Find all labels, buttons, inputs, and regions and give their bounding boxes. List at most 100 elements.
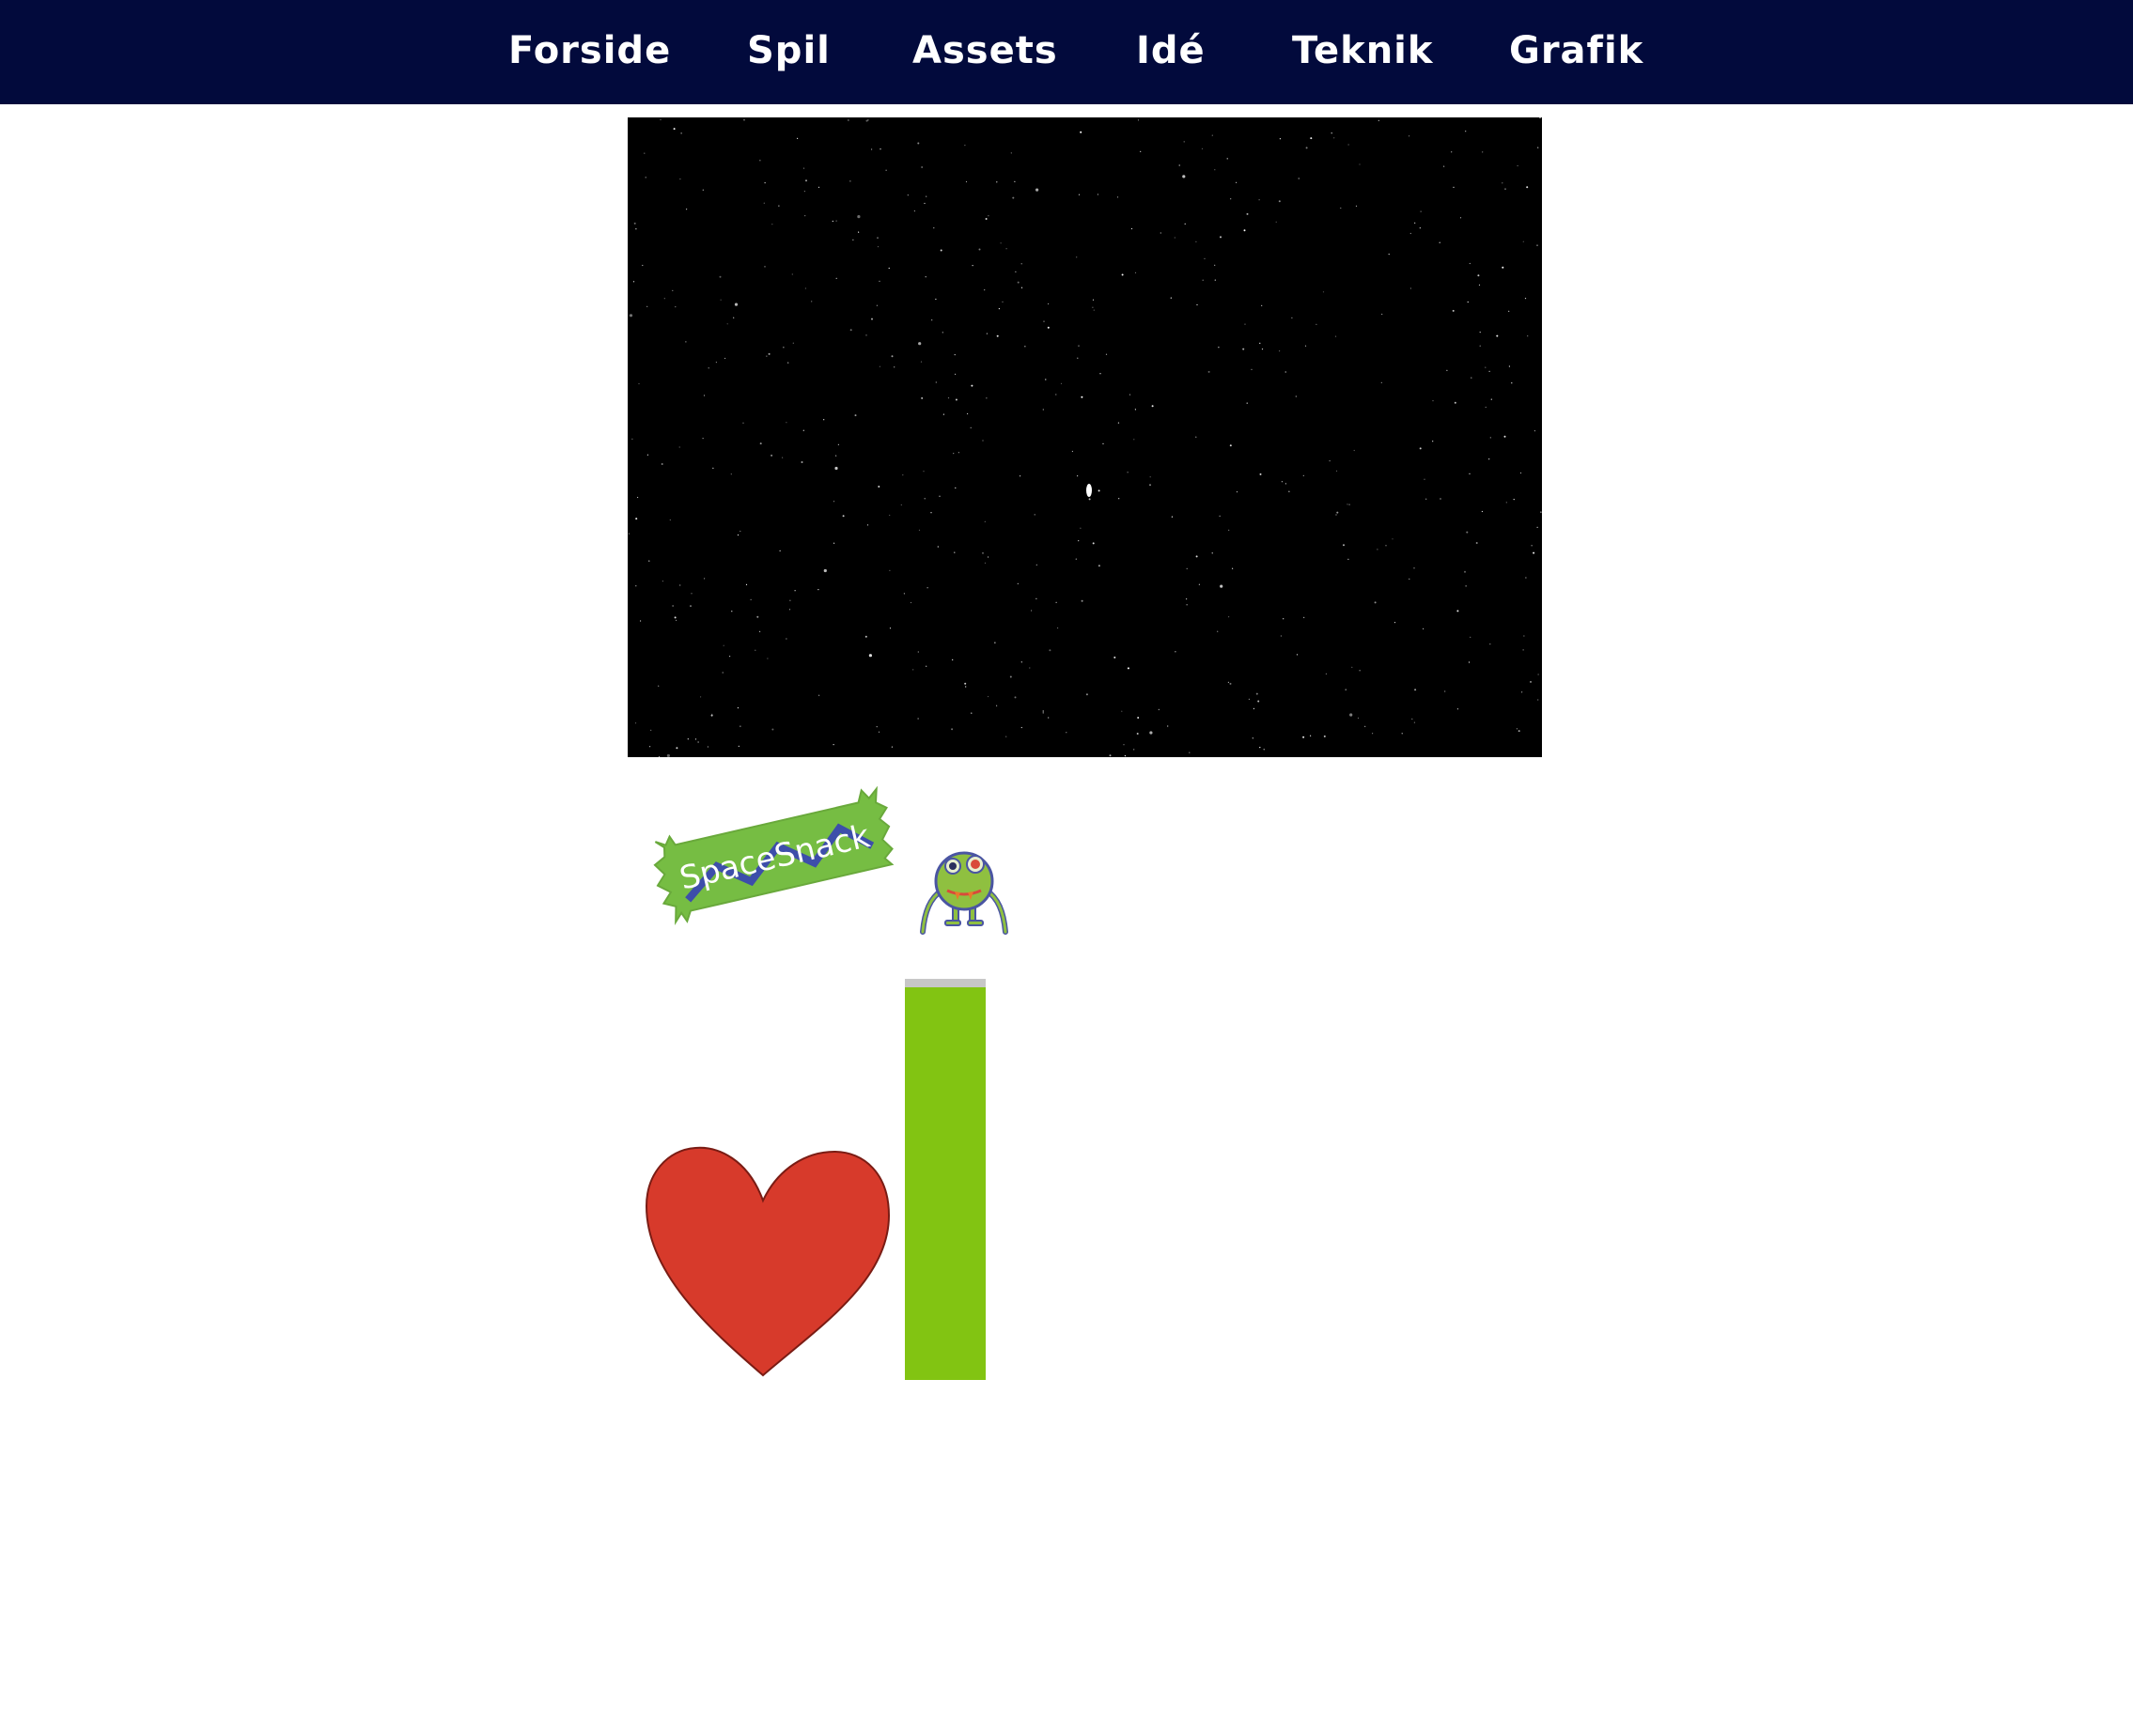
star — [1259, 747, 1261, 749]
star — [1479, 332, 1481, 333]
star — [1475, 542, 1478, 544]
star — [1134, 409, 1136, 411]
star — [1503, 435, 1506, 438]
star — [649, 746, 651, 748]
star — [1485, 406, 1487, 409]
star — [658, 685, 660, 687]
star — [1236, 491, 1238, 493]
star — [1035, 188, 1039, 192]
star — [802, 429, 804, 431]
star — [1280, 635, 1282, 637]
nav-forside[interactable]: Forside — [508, 24, 671, 77]
star — [955, 398, 958, 401]
star — [849, 180, 851, 182]
star — [1456, 708, 1458, 710]
star — [764, 266, 766, 268]
star — [937, 546, 939, 548]
star — [1099, 373, 1101, 375]
star — [835, 220, 837, 222]
star — [940, 249, 942, 252]
star — [1388, 254, 1390, 256]
star — [998, 308, 1000, 310]
star — [1505, 502, 1507, 504]
star — [942, 332, 943, 333]
star — [1470, 636, 1471, 638]
star — [1465, 585, 1467, 587]
star — [935, 381, 937, 383]
star — [660, 118, 662, 121]
star — [1536, 244, 1538, 246]
star — [1116, 196, 1119, 198]
star — [891, 746, 893, 748]
star — [865, 119, 868, 122]
game-canvas[interactable] — [628, 117, 1542, 757]
star — [1446, 369, 1448, 371]
star — [1243, 229, 1246, 232]
star — [1017, 281, 1020, 284]
star — [1419, 447, 1422, 450]
star — [1045, 379, 1047, 380]
star — [920, 361, 923, 363]
star — [1355, 205, 1358, 207]
star — [1170, 297, 1172, 299]
star — [672, 605, 674, 607]
star — [1468, 661, 1471, 663]
nav-ide[interactable]: Idé — [1136, 24, 1206, 77]
star — [1012, 196, 1015, 199]
star — [1127, 472, 1129, 473]
star — [1077, 475, 1079, 477]
nav-grafik[interactable]: Grafik — [1509, 24, 1643, 77]
star — [787, 362, 789, 364]
star — [877, 237, 879, 239]
star — [685, 341, 687, 343]
star — [759, 442, 762, 445]
star — [1020, 263, 1022, 265]
star — [868, 654, 872, 658]
star — [1335, 514, 1337, 516]
star — [866, 524, 869, 526]
star — [1372, 733, 1374, 735]
star — [1508, 365, 1510, 367]
star — [628, 533, 630, 535]
star — [1288, 490, 1290, 492]
star — [1253, 707, 1254, 710]
star — [633, 222, 636, 225]
star — [1227, 681, 1229, 683]
star — [902, 474, 904, 476]
star — [1049, 649, 1051, 652]
star — [634, 722, 637, 724]
star — [958, 452, 959, 454]
star — [1085, 693, 1088, 696]
nav-assets[interactable]: Assets — [912, 24, 1058, 77]
star — [1508, 310, 1510, 312]
nav-spil[interactable]: Spil — [747, 24, 831, 77]
star — [1432, 441, 1434, 442]
star — [871, 318, 873, 320]
star — [766, 355, 768, 357]
star — [801, 461, 803, 463]
star — [984, 520, 986, 522]
star — [1420, 210, 1422, 212]
star — [878, 731, 880, 733]
star — [782, 457, 784, 458]
star — [1248, 698, 1250, 700]
star — [817, 186, 820, 188]
star — [1000, 242, 1002, 244]
star — [986, 397, 988, 399]
nav-teknik[interactable]: Teknik — [1292, 24, 1434, 77]
star — [833, 744, 834, 746]
star — [1374, 601, 1377, 604]
star — [789, 599, 791, 601]
star — [1137, 717, 1140, 719]
star — [674, 616, 677, 619]
star — [1322, 291, 1325, 293]
star — [1444, 690, 1446, 692]
star — [1381, 313, 1383, 316]
star — [1378, 119, 1379, 121]
star — [1539, 117, 1541, 119]
star — [1214, 264, 1216, 266]
star — [982, 440, 984, 442]
star — [917, 718, 919, 720]
star — [1432, 400, 1434, 402]
star — [1259, 342, 1261, 344]
